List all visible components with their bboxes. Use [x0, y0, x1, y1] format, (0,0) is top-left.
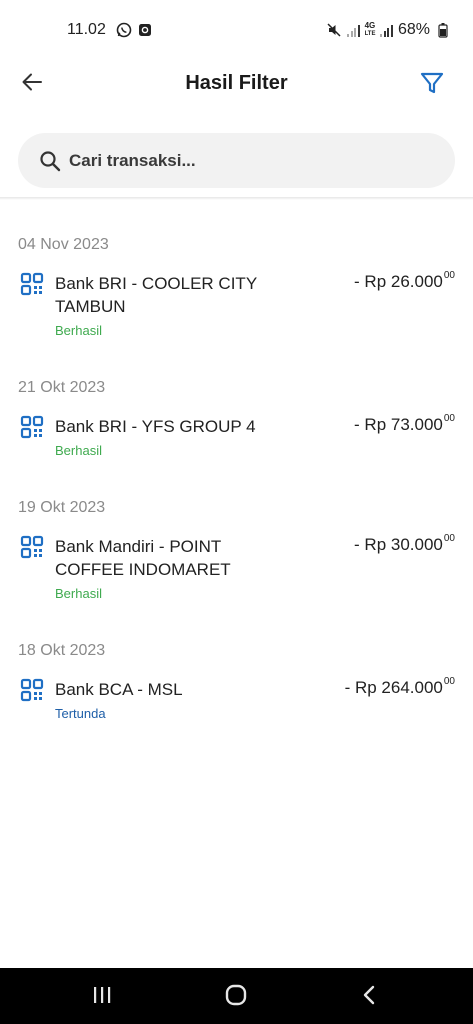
battery-percent: 68% — [397, 21, 430, 38]
amount-cents: 00 — [443, 533, 455, 544]
merchant-name: Bank BRI - COOLER CITY TAMBUN — [55, 274, 257, 316]
status-notification-icons — [116, 21, 153, 39]
transaction-item[interactable]: Bank BCA - MSL Tertunda - Rp 264.00000 — [0, 676, 473, 721]
transaction-group: 18 Okt 2023 Bank BCA - MSL Tertunda - Rp… — [0, 642, 473, 721]
transaction-amount: - Rp 73.00000 — [354, 413, 455, 434]
group-date: 19 Okt 2023 — [18, 499, 106, 516]
qr-payment-icon — [20, 678, 44, 702]
page-title: Hasil Filter — [185, 72, 288, 94]
transaction-item[interactable]: Bank BRI - YFS GROUP 4 Berhasil - Rp 73.… — [0, 413, 473, 458]
status-time: 11.02 — [67, 21, 106, 38]
status-badge: Tertunda — [55, 706, 106, 721]
merchant-name: Bank BCA - MSL — [55, 680, 183, 699]
system-nav-bar — [0, 968, 473, 1024]
whatsapp-icon — [116, 21, 132, 39]
search-bar[interactable] — [18, 133, 455, 188]
app-header: Hasil Filter — [0, 58, 473, 110]
transaction-group: 04 Nov 2023 Bank BRI - COOLER CITY TAMBU… — [0, 236, 473, 338]
transaction-group: 19 Okt 2023 Bank Mandiri - POINT COFFEE … — [0, 499, 473, 601]
amount-cents: 00 — [443, 676, 455, 687]
search-icon — [38, 149, 62, 173]
transaction-amount: - Rp 26.00000 — [354, 270, 455, 291]
amount-cents: 00 — [443, 413, 455, 424]
merchant-name: Bank BRI - YFS GROUP 4 — [55, 417, 256, 436]
back-nav-icon — [359, 984, 379, 1011]
network-type-label: 4G LTE — [364, 21, 376, 38]
filter-button[interactable] — [417, 70, 447, 100]
group-date: 18 Okt 2023 — [18, 642, 106, 659]
signal-icon — [347, 24, 360, 37]
signal-icon-2 — [380, 24, 393, 37]
home-icon — [224, 983, 248, 1012]
back-nav-button[interactable] — [354, 982, 384, 1012]
status-badge: Berhasil — [55, 323, 102, 338]
transaction-item[interactable]: Bank Mandiri - POINT COFFEE INDOMARET Be… — [0, 533, 473, 601]
transaction-group: 21 Okt 2023 Bank BRI - YFS GROUP 4 Berha… — [0, 379, 473, 458]
arrow-left-icon — [21, 71, 43, 98]
recent-apps-icon — [91, 985, 113, 1010]
group-date: 04 Nov 2023 — [18, 236, 109, 253]
app-notification-icon — [137, 21, 153, 39]
transaction-amount: - Rp 264.00000 — [344, 676, 455, 697]
status-badge: Berhasil — [55, 586, 102, 601]
status-system-icons: 4G LTE 68% — [326, 21, 451, 39]
amount-cents: 00 — [443, 270, 455, 281]
recent-apps-button[interactable] — [87, 982, 117, 1012]
status-badge: Berhasil — [55, 443, 102, 458]
back-button[interactable] — [18, 70, 46, 98]
qr-payment-icon — [20, 535, 44, 559]
header-divider — [0, 197, 473, 200]
mute-icon — [326, 21, 342, 39]
battery-icon — [435, 21, 451, 39]
transaction-item[interactable]: Bank BRI - COOLER CITY TAMBUN Berhasil -… — [0, 270, 473, 338]
filter-icon — [419, 70, 445, 101]
search-input[interactable] — [69, 150, 429, 171]
transaction-amount: - Rp 30.00000 — [354, 533, 455, 554]
home-button[interactable] — [221, 982, 251, 1012]
status-bar: 11.02 4G LTE 68% — [0, 0, 473, 58]
qr-payment-icon — [20, 272, 44, 296]
group-date: 21 Okt 2023 — [18, 379, 106, 396]
qr-payment-icon — [20, 415, 44, 439]
merchant-name: Bank Mandiri - POINT COFFEE INDOMARET — [55, 537, 231, 579]
